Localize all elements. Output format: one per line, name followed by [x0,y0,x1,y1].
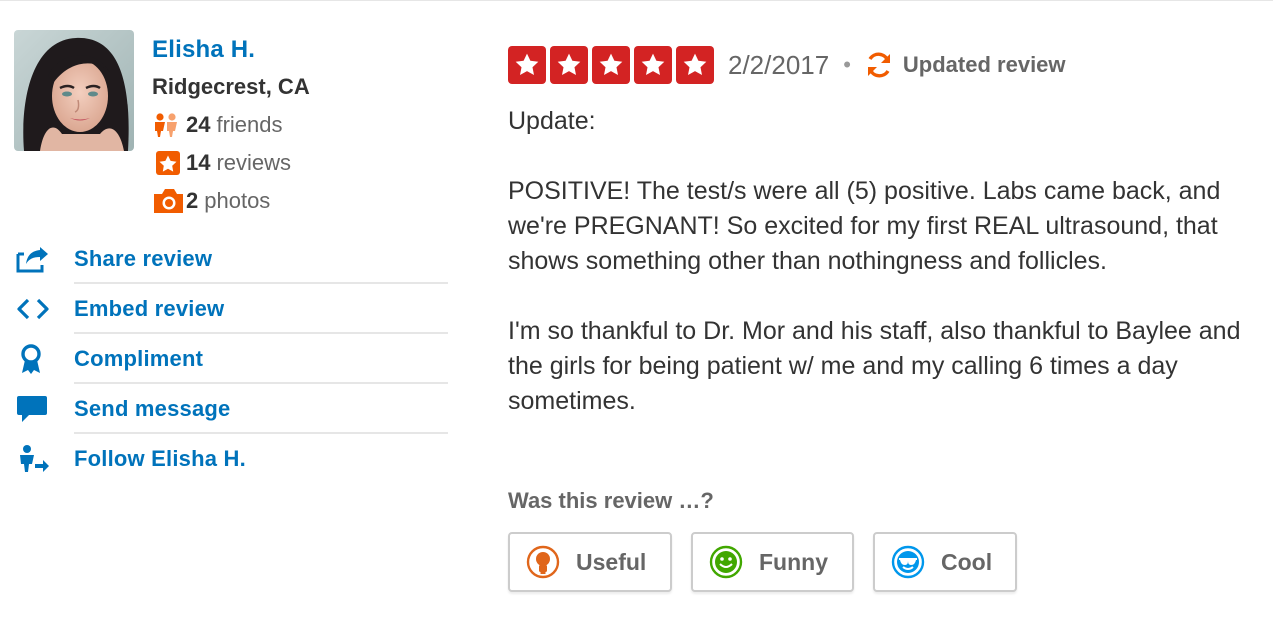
updated-review-label: Updated review [902,52,1066,77]
review-paragraph: I'm so thankful to Dr. Mor and his staff… [508,317,1241,415]
review-date: 2/2/2017 [728,49,830,80]
user-name-link[interactable]: Elisha H. [152,32,452,68]
reviews-count: 14 [186,150,211,175]
vote-question: Was this review …? [508,488,714,513]
review-text: Update: POSITIVE! The test/s were all (5… [508,104,1258,419]
embed-review-label: Embed review [74,296,225,321]
review-actions: Share review Embed review Compliment Sen… [14,234,448,484]
embed-review-action[interactable]: Embed review [14,284,448,334]
user-info: Elisha H. Ridgecrest, CA 24 friends 14 r… [152,30,452,220]
follow-user-action[interactable]: Follow Elisha H. [14,434,448,484]
camera-icon [152,187,186,215]
vote-buttons: Useful Funny Cool [508,532,1017,592]
separator-dot: • [843,52,851,77]
star-icon [550,46,588,84]
funny-label: Funny [759,548,828,575]
lightbulb-icon [524,543,562,581]
reviews-star-icon [152,149,186,177]
updated-review-link[interactable]: Updated review [863,50,1066,80]
review-paragraph: POSITIVE! The test/s were all (5) positi… [508,177,1221,275]
send-message-action[interactable]: Send message [14,384,448,434]
embed-code-icon [14,294,74,324]
send-message-label: Send message [74,396,231,421]
stat-friends: 24 friends [152,106,452,144]
share-icon [14,244,74,274]
cool-button[interactable]: Cool [873,532,1017,592]
award-ribbon-icon [14,344,74,374]
star-rating [508,46,714,84]
star-icon [634,46,672,84]
friends-label: friends [216,112,283,137]
stat-reviews: 14 reviews [152,144,452,182]
share-review-action[interactable]: Share review [14,234,448,284]
follow-user-icon [14,444,74,474]
share-review-label: Share review [74,246,213,271]
review-paragraph: Update: [508,107,596,135]
stat-photos: 2 photos [152,182,452,220]
useful-button[interactable]: Useful [508,532,672,592]
user-location: Ridgecrest, CA [152,74,310,99]
smiley-icon [707,543,745,581]
star-icon [676,46,714,84]
sunglasses-smiley-icon [889,543,927,581]
speech-bubble-icon [14,394,74,424]
star-icon [592,46,630,84]
useful-label: Useful [576,548,647,575]
friends-icon [152,111,186,139]
friends-count: 24 [186,112,211,137]
cool-label: Cool [941,548,993,575]
follow-user-label: Follow Elisha H. [74,446,246,471]
rating-row: 2/2/2017 • Updated review [508,46,1258,84]
star-icon [508,46,546,84]
funny-button[interactable]: Funny [691,532,854,592]
top-divider [0,0,1273,1]
reviews-label: reviews [216,150,292,175]
photos-count: 2 [186,188,199,213]
compliment-action[interactable]: Compliment [14,334,448,384]
review-content: 2/2/2017 • Updated review Update: POSITI… [508,46,1258,454]
photos-label: photos [204,188,271,213]
refresh-arrows-icon [863,50,895,80]
avatar[interactable] [14,30,134,151]
compliment-label: Compliment [74,346,204,371]
